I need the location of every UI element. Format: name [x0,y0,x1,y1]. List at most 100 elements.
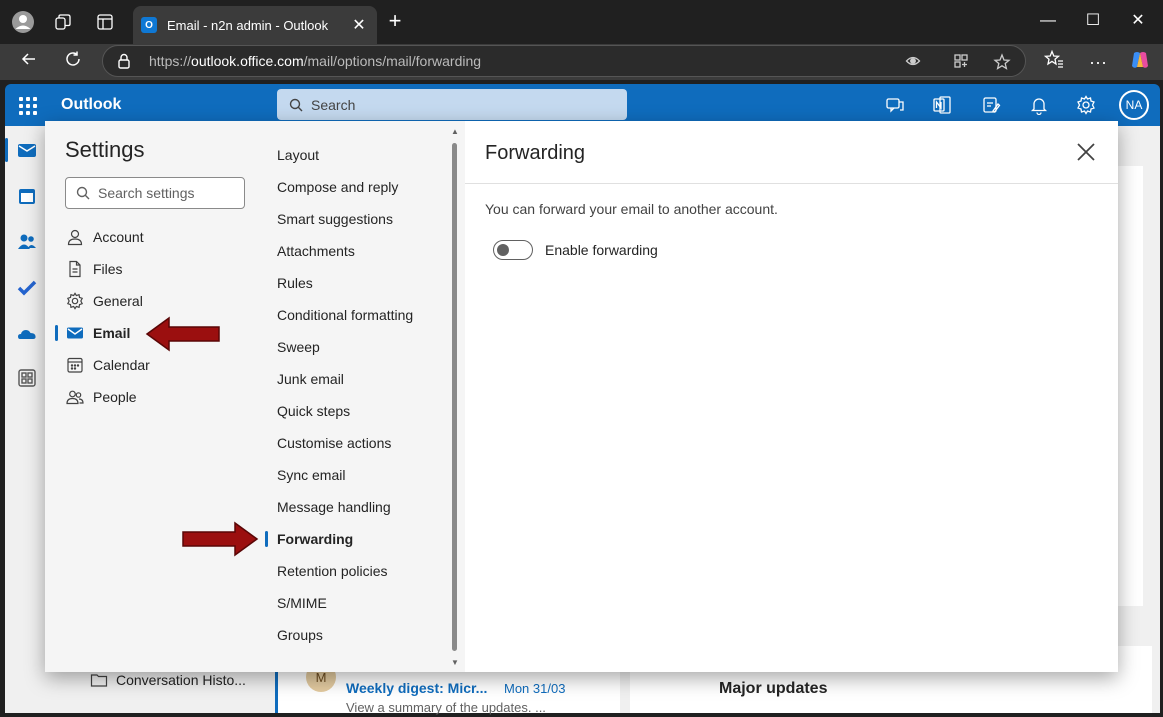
category-calendar[interactable]: Calendar [66,353,150,377]
back-icon[interactable] [16,49,42,75]
people-icon [66,390,84,405]
person-icon [67,229,83,246]
section-sync-email[interactable]: Sync email [277,465,345,485]
outlook-header: Outlook Search NA [5,84,1160,126]
category-general[interactable]: General [66,289,143,313]
rail-active-indicator [5,138,8,162]
section-smart-suggestions[interactable]: Smart suggestions [277,209,393,229]
url-text[interactable]: https://outlook.office.com/mail/options/… [149,53,481,69]
outlook-favicon-icon: O [141,17,157,33]
email-sections-pane: Layout Compose and reply Smart suggestio… [182,121,465,672]
section-active-indicator [265,531,268,547]
onedrive-app-icon[interactable] [17,324,37,344]
category-account[interactable]: Account [66,225,144,249]
reading-pane-edge [1118,166,1143,606]
search-icon [76,186,90,200]
folder-icon [90,674,108,687]
section-junk-email[interactable]: Junk email [277,369,344,389]
section-compose-and-reply[interactable]: Compose and reply [277,177,398,197]
outlook-search-box[interactable]: Search [277,89,627,120]
minimize-icon[interactable]: — [1033,8,1063,34]
category-people[interactable]: People [66,385,137,409]
more-icon[interactable]: ··· [1085,49,1111,75]
forwarding-description: You can forward your email to another ac… [485,201,778,217]
section-smime[interactable]: S/MIME [277,593,327,613]
section-forwarding[interactable]: Forwarding [277,529,353,549]
address-bar[interactable]: https://outlook.office.com/mail/options/… [102,45,1026,77]
favorites-icon[interactable] [1041,49,1067,75]
profile-icon[interactable] [11,10,35,34]
outlook-search-placeholder: Search [311,96,356,113]
copilot-icon[interactable] [1127,49,1153,75]
section-rules[interactable]: Rules [277,273,313,293]
window-close-icon[interactable]: ✕ [1123,8,1153,34]
category-label: Calendar [93,357,150,373]
message-date: Mon 31/03 [504,681,566,696]
scroll-up-arrow-icon[interactable]: ▲ [451,127,459,136]
callout-arrow-right [182,521,259,557]
scroll-down-arrow-icon[interactable]: ▼ [451,658,459,667]
workspaces-icon[interactable] [51,10,75,34]
mail-app-icon[interactable] [17,140,37,160]
section-attachments[interactable]: Attachments [277,241,355,261]
calendar-app-icon[interactable] [17,186,37,206]
panel-divider [465,183,1118,184]
tab-outlook[interactable]: O Email - n2n admin - Outlook ✕ [133,6,377,44]
callout-arrow-left [145,316,220,352]
category-label: People [93,389,137,405]
new-tab-icon[interactable]: + [383,10,407,34]
settings-gear-icon[interactable] [1076,95,1096,115]
app-available-icon[interactable] [953,53,971,71]
favorite-star-icon[interactable] [993,53,1011,71]
section-conditional-formatting[interactable]: Conditional formatting [277,305,413,325]
more-apps-icon[interactable] [17,368,37,388]
tracking-prevention-icon[interactable] [905,53,923,71]
close-icon[interactable] [1075,141,1097,163]
notifications-bell-icon[interactable] [1029,95,1049,116]
lock-icon[interactable] [117,53,133,69]
section-message-handling[interactable]: Message handling [277,497,391,517]
enable-forwarding-toggle[interactable] [493,240,533,260]
sections-scrollbar[interactable] [452,143,457,651]
section-groups[interactable]: Groups [277,625,323,645]
tab-close-icon[interactable]: ✕ [349,15,369,35]
section-layout[interactable]: Layout [277,145,319,165]
settings-search-input[interactable]: Search settings [65,177,245,209]
folder-conversation-history[interactable]: Conversation Histo... [90,672,246,688]
teams-chat-icon[interactable] [885,95,905,115]
category-email[interactable]: Email [66,321,130,345]
settings-dialog: Settings Search settings Account Files G… [45,121,1118,672]
toggle-knob [497,244,509,256]
maximize-icon[interactable]: ☐ [1078,8,1108,34]
section-retention-policies[interactable]: Retention policies [277,561,388,581]
section-sweep[interactable]: Sweep [277,337,320,357]
section-customise-actions[interactable]: Customise actions [277,433,391,453]
people-app-icon[interactable] [17,232,37,252]
enable-forwarding-label[interactable]: Enable forwarding [545,242,658,258]
folder-label: Conversation Histo... [116,672,246,688]
section-quick-steps[interactable]: Quick steps [277,401,350,421]
category-label: Account [93,229,144,245]
settings-search-placeholder: Search settings [98,185,195,201]
category-files[interactable]: Files [66,257,123,281]
category-label: Email [93,325,131,341]
mail-icon [67,327,83,339]
file-icon [69,260,81,278]
refresh-icon[interactable] [60,49,86,75]
outlook-brand[interactable]: Outlook [61,96,121,114]
reading-heading: Major updates [719,680,828,697]
message-subject: Weekly digest: Micr... [346,680,488,696]
onenote-icon[interactable] [932,95,952,115]
forwarding-panel: Forwarding You can forward your email to… [465,121,1118,672]
tab-title: Email - n2n admin - Outlook [167,17,329,33]
my-day-icon[interactable] [981,95,1001,115]
message-preview: View a summary of the updates. ... [346,700,546,715]
app-launcher-icon[interactable] [19,97,37,115]
tab-actions-icon[interactable] [93,10,117,34]
settings-categories-pane: Settings Search settings Account Files G… [45,121,265,672]
user-avatar[interactable]: NA [1119,90,1149,120]
browser-tab-bar: O Email - n2n admin - Outlook ✕ + — ☐ ✕ [0,0,1163,44]
category-label: Files [93,261,123,277]
todo-app-icon[interactable] [17,278,37,298]
category-active-indicator [55,325,58,341]
